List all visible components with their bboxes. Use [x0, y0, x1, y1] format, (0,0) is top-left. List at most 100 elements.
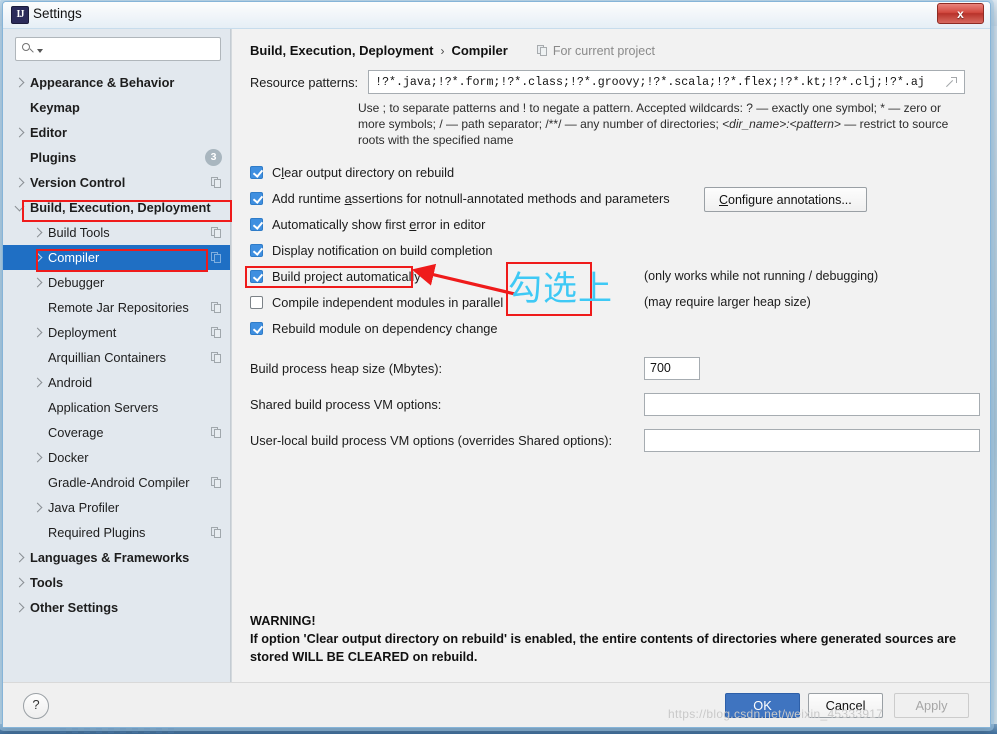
tree-toggle[interactable] — [32, 277, 48, 288]
tree-toggle[interactable] — [32, 227, 48, 238]
checkbox-row-compile-independent-modules-in-parallel[interactable]: Compile independent modules in parallel (… — [250, 289, 990, 315]
sidebar-item-label: Arquillian Containers — [48, 350, 167, 365]
sidebar-item-label: Build, Execution, Deployment — [30, 200, 211, 215]
tree-toggle[interactable] — [14, 201, 30, 211]
checkbox-automatically-show-first-error-in-editor[interactable] — [250, 217, 263, 231]
sidebar-item-gradle-android-compiler[interactable]: Gradle-Android Compiler — [3, 470, 230, 495]
tree-toggle[interactable] — [32, 502, 48, 513]
tree-toggle[interactable] — [14, 177, 30, 188]
apply-button: Apply — [894, 693, 969, 718]
search-box[interactable] — [15, 37, 221, 61]
cancel-button[interactable]: Cancel — [808, 693, 883, 718]
shared-vm-options-row: Shared build process VM options: — [250, 391, 990, 417]
shared-vm-options-input[interactable] — [644, 392, 980, 416]
warning-body: If option 'Clear output directory on reb… — [250, 632, 957, 664]
checkbox-row-add-runtime-assertions-for-notnull-annotated-methods-and-parameters[interactable]: Add runtime assertions for notnull-annot… — [250, 185, 990, 212]
chevron-down-icon — [14, 201, 25, 211]
dialog-body: Appearance & Behavior Keymap Editor Plugins… — [3, 29, 990, 682]
dialog-footer: ? OK Cancel Apply — [3, 682, 990, 727]
project-scope-icon — [211, 227, 222, 238]
sidebar-item-version-control[interactable]: Version Control — [3, 170, 230, 195]
configure-annotations-mnemonic: C — [719, 192, 729, 207]
heap-size-input[interactable]: 700 — [644, 356, 700, 380]
sidebar-item-label: Compiler — [48, 250, 100, 265]
checkbox-row-build-project-automatically[interactable]: Build project automatically (only works w… — [250, 263, 990, 289]
sidebar-item-application-servers[interactable]: Application Servers — [3, 395, 230, 420]
resource-patterns-input[interactable]: !?*.java;!?*.form;!?*.class;!?*.groovy;!… — [368, 70, 966, 94]
sidebar-item-keymap[interactable]: Keymap — [3, 95, 230, 120]
warning-title: WARNING! — [250, 614, 316, 628]
sidebar-item-plugins[interactable]: Plugins 3 — [3, 145, 230, 170]
checkbox-add-runtime-assertions-for-notnull-annotated-methods-and-parameters[interactable] — [250, 191, 263, 205]
sidebar-item-label: Languages & Frameworks — [30, 550, 190, 565]
breadcrumb-root[interactable]: Build, Execution, Deployment — [250, 43, 433, 58]
tree-toggle[interactable] — [14, 602, 30, 613]
sidebar-item-label: Tools — [30, 575, 64, 590]
tree-toggle[interactable] — [14, 552, 30, 563]
sidebar-item-label: Docker — [48, 450, 89, 465]
tree-toggle[interactable] — [32, 377, 48, 388]
sidebar-item-label: Editor — [30, 125, 67, 140]
checkbox-label: Display notification on build completion — [272, 242, 493, 258]
checkbox-row-display-notification-on-build-completion[interactable]: Display notification on build completion — [250, 237, 990, 263]
tree-toggle[interactable] — [14, 577, 30, 588]
checkbox-display-notification-on-build-completion[interactable] — [250, 243, 263, 257]
sidebar-item-remote-jar-repositories[interactable]: Remote Jar Repositories — [3, 295, 230, 320]
sidebar-item-required-plugins[interactable]: Required Plugins — [3, 520, 230, 545]
configure-annotations-button[interactable]: Configure annotations... — [704, 187, 867, 212]
sidebar-item-build-tools[interactable]: Build Tools — [3, 220, 230, 245]
sidebar-item-label: Java Profiler — [48, 500, 120, 515]
search-container — [3, 37, 230, 68]
breadcrumb: Build, Execution, Deployment › Compiler … — [232, 29, 990, 58]
sidebar-item-deployment[interactable]: Deployment — [3, 320, 230, 345]
help-button[interactable]: ? — [23, 693, 49, 719]
compiler-options-checkbox-list: Clear output directory on rebuild Add run… — [250, 159, 990, 341]
resource-patterns-value: !?*.java;!?*.form;!?*.class;!?*.groovy;!… — [375, 75, 925, 89]
checkbox-row-clear-output-directory-on-rebuild[interactable]: Clear output directory on rebuild — [250, 159, 990, 185]
chevron-right-icon — [14, 552, 25, 563]
tree-toggle[interactable] — [32, 327, 48, 338]
settings-sidebar: Appearance & Behavior Keymap Editor Plugins… — [3, 29, 231, 682]
resource-patterns-row: Resource patterns: !?*.java;!?*.form;!?*… — [232, 58, 990, 94]
tree-toggle[interactable] — [14, 77, 30, 88]
tree-toggle[interactable] — [32, 252, 48, 263]
ok-button[interactable]: OK — [725, 693, 800, 718]
warning-text: WARNING! If option 'Clear output directo… — [250, 612, 970, 666]
sidebar-item-other-settings[interactable]: Other Settings — [3, 595, 230, 620]
search-input[interactable] — [43, 41, 214, 57]
project-scope-icon — [211, 352, 222, 363]
sidebar-item-editor[interactable]: Editor — [3, 120, 230, 145]
chevron-right-icon — [32, 227, 43, 238]
sidebar-item-languages-frameworks[interactable]: Languages & Frameworks — [3, 545, 230, 570]
checkbox-build-project-automatically[interactable] — [250, 269, 263, 283]
sidebar-item-docker[interactable]: Docker — [3, 445, 230, 470]
sidebar-item-arquillian-containers[interactable]: Arquillian Containers — [3, 345, 230, 370]
tree-toggle[interactable] — [14, 127, 30, 138]
sidebar-item-label: Android — [48, 375, 93, 390]
checkbox-rebuild-module-on-dependency-change[interactable] — [250, 321, 263, 335]
sidebar-item-label: Appearance & Behavior — [30, 75, 175, 90]
checkbox-clear-output-directory-on-rebuild[interactable] — [250, 165, 263, 179]
checkbox-row-rebuild-module-on-dependency-change[interactable]: Rebuild module on dependency change — [250, 315, 990, 341]
compiler-settings-panel: Build, Execution, Deployment › Compiler … — [231, 29, 990, 682]
sidebar-item-java-profiler[interactable]: Java Profiler — [3, 495, 230, 520]
checkbox-note: (may require larger heap size) — [644, 295, 811, 309]
close-icon[interactable]: x — [937, 3, 984, 24]
sidebar-item-debugger[interactable]: Debugger — [3, 270, 230, 295]
breadcrumb-separator: › — [440, 43, 445, 58]
checkbox-compile-independent-modules-in-parallel[interactable] — [250, 295, 263, 309]
sidebar-item-coverage[interactable]: Coverage — [3, 420, 230, 445]
sidebar-item-tools[interactable]: Tools — [3, 570, 230, 595]
shared-vm-options-label: Shared build process VM options: — [250, 396, 442, 412]
chevron-right-icon — [32, 277, 43, 288]
sidebar-item-android[interactable]: Android — [3, 370, 230, 395]
expand-icon[interactable] — [946, 76, 958, 88]
checkbox-row-automatically-show-first-error-in-editor[interactable]: Automatically show first error in editor — [250, 211, 990, 237]
sidebar-item-build-execution-deployment[interactable]: Build, Execution, Deployment — [3, 195, 230, 220]
chevron-right-icon — [14, 127, 25, 138]
sidebar-item-compiler[interactable]: Compiler — [3, 245, 230, 270]
heap-size-row: Build process heap size (Mbytes): 700 — [250, 355, 990, 381]
userlocal-vm-options-input[interactable] — [644, 428, 980, 452]
tree-toggle[interactable] — [32, 452, 48, 463]
sidebar-item-appearance-behavior[interactable]: Appearance & Behavior — [3, 70, 230, 95]
